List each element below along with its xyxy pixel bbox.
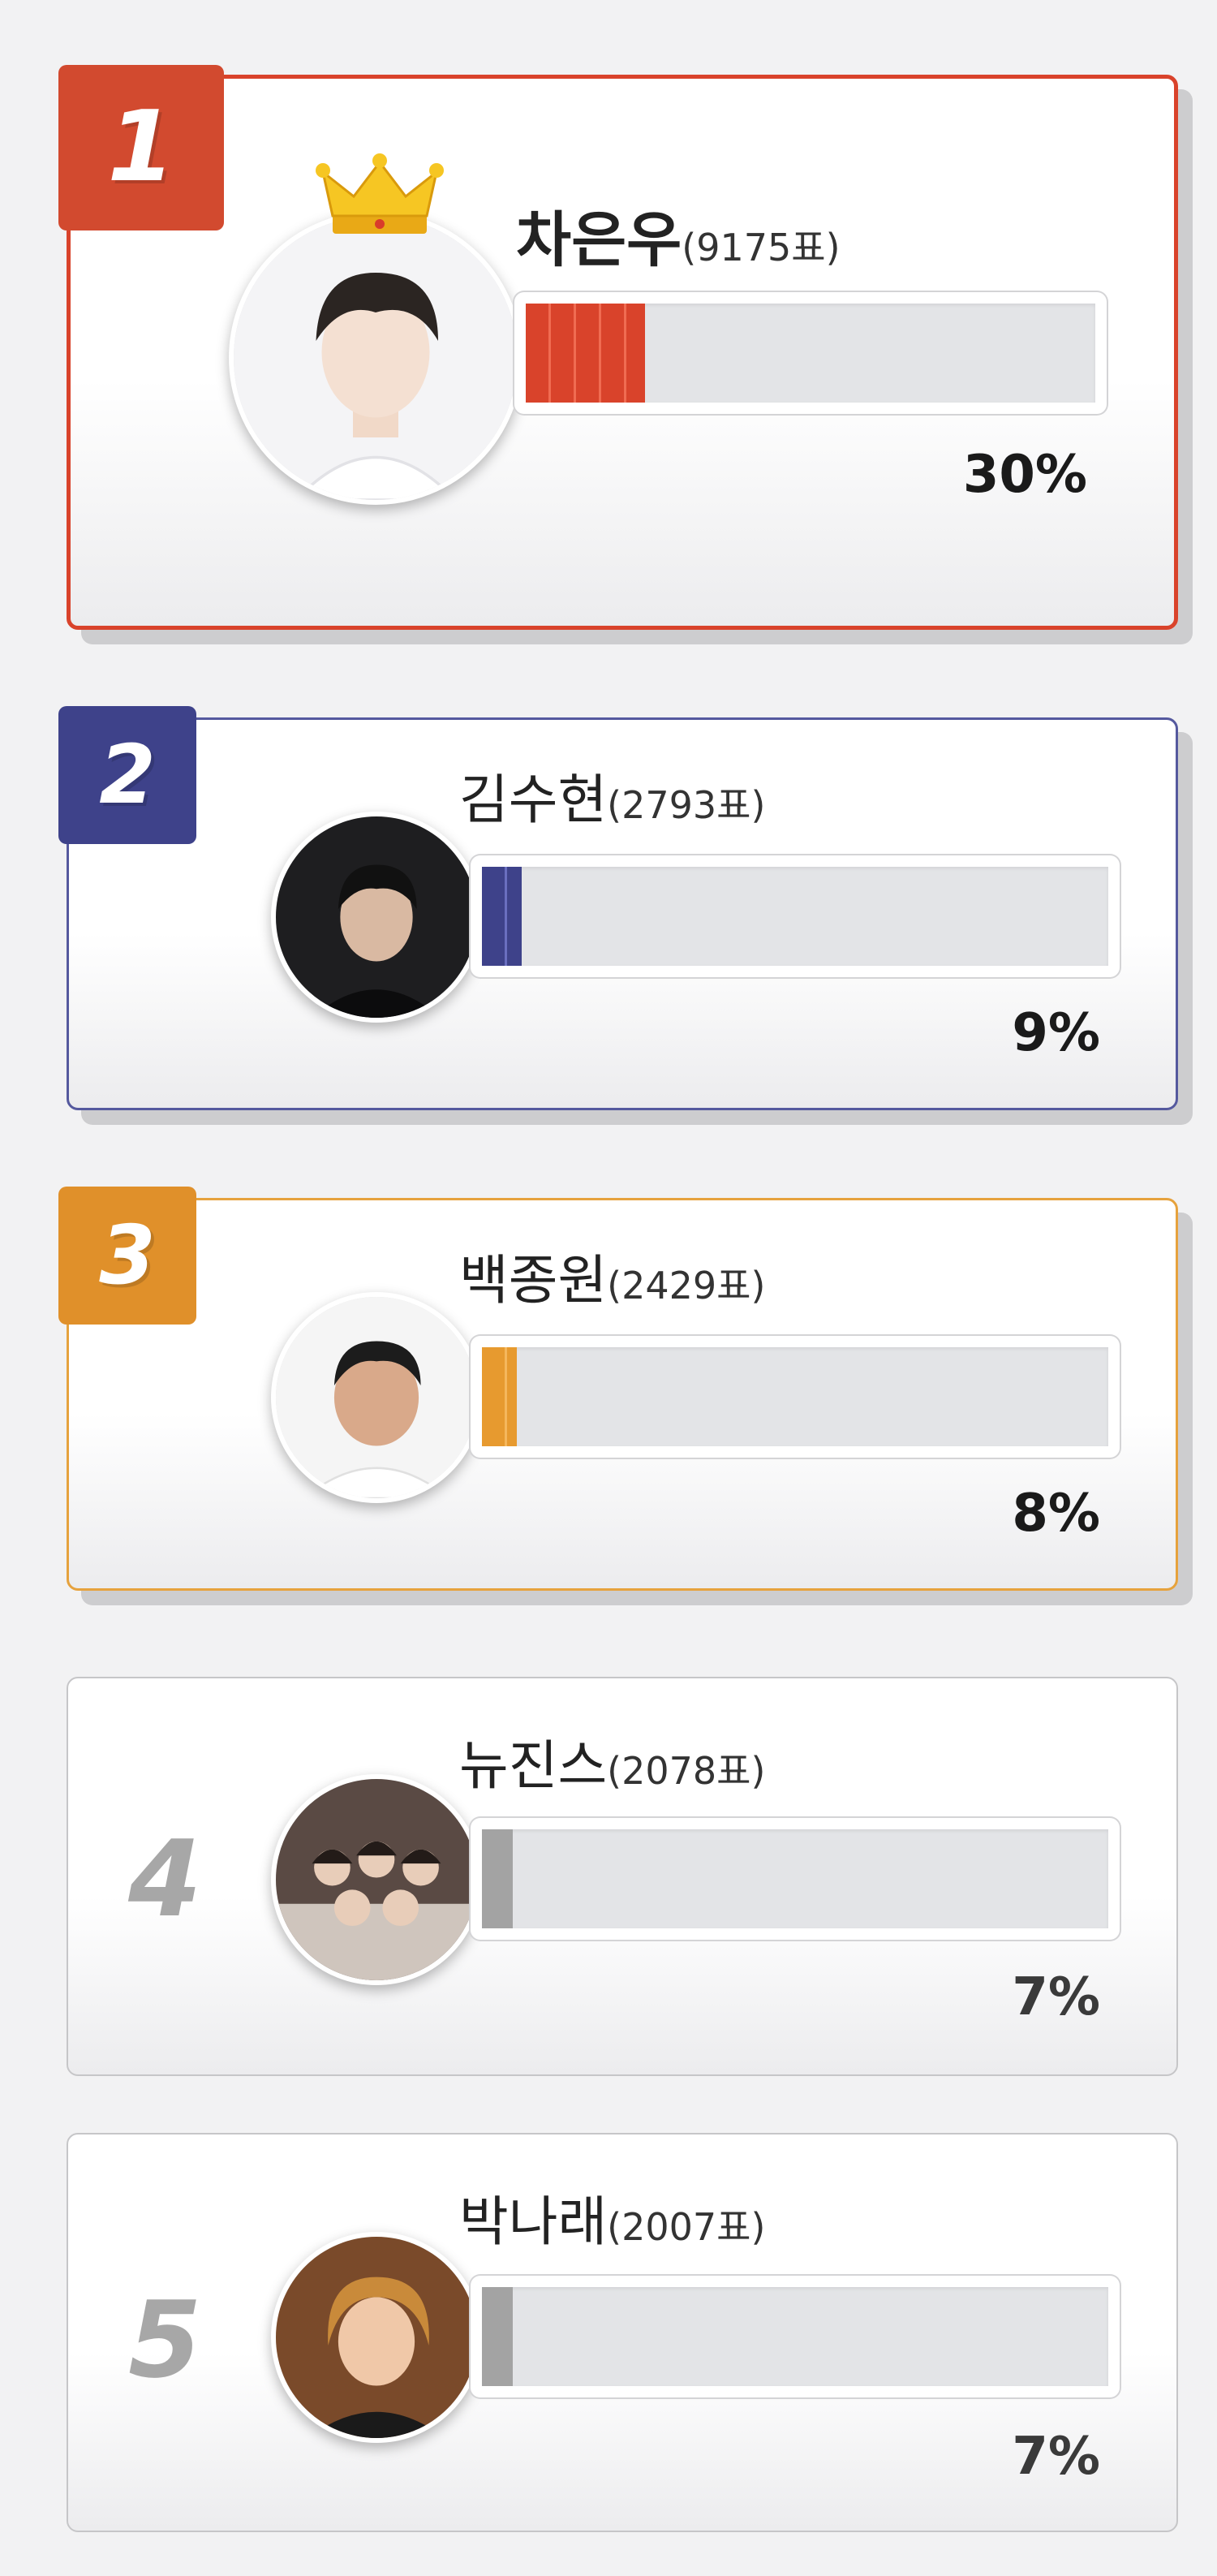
person-photo-icon [276, 1297, 477, 1498]
vote-progress-bar-4 [471, 1818, 1120, 1940]
rank-badge-2: 2 [58, 706, 196, 844]
vote-progress-fill [482, 1347, 518, 1446]
contestant-name: 백종원 [459, 1249, 608, 1312]
contestant-name: 김수현 [459, 769, 608, 831]
vote-percent-5: 7% [1012, 2427, 1100, 2487]
vote-count: (2429표) [607, 1264, 766, 1307]
entry-title-4: 뉴진스(2078표) [459, 1722, 765, 1800]
vote-percent-4: 7% [1012, 1967, 1100, 2027]
vote-progress-bar-2 [471, 855, 1120, 977]
vote-progress-fill [482, 2287, 513, 2386]
vote-progress-bar-5 [471, 2276, 1120, 2397]
avatar-3 [271, 1292, 482, 1503]
avatar-1 [229, 211, 522, 505]
vote-count: (9175표) [682, 226, 841, 269]
vote-progress-fill [482, 867, 522, 966]
entry-title-5: 박나래(2007표) [459, 2178, 765, 2256]
person-photo-icon [276, 816, 477, 1018]
rank-badge-1: 1 [58, 65, 224, 230]
vote-percent-2: 9% [1012, 1003, 1100, 1063]
rank-number-5: 5 [128, 2278, 202, 2402]
vote-count: (2793표) [607, 783, 766, 827]
contestant-name: 박나래 [459, 2190, 608, 2253]
vote-percent-3: 8% [1012, 1484, 1100, 1544]
rank-number-4: 4 [128, 1817, 202, 1941]
entry-title-2: 김수현(2793표) [459, 756, 765, 834]
vote-count: (2078표) [607, 1749, 766, 1793]
avatar-2 [271, 812, 482, 1023]
person-photo-icon [276, 2237, 477, 2438]
vote-count: (2007표) [607, 2205, 766, 2249]
entry-title-3: 백종원(2429표) [459, 1237, 765, 1315]
vote-progress-bar-1 [514, 292, 1107, 414]
contestant-name: 차은우 [516, 205, 682, 275]
group-photo-icon [276, 1779, 477, 1980]
contestant-name: 뉴진스 [459, 1734, 608, 1797]
vote-progress-bar-3 [471, 1336, 1120, 1458]
person-photo-icon [234, 216, 518, 500]
vote-percent-1: 30% [962, 445, 1087, 505]
vote-progress-fill [482, 1829, 513, 1928]
crown-icon [316, 153, 444, 234]
vote-progress-fill [526, 304, 646, 403]
rank-badge-3: 3 [58, 1187, 196, 1325]
avatar-5 [271, 2232, 482, 2443]
avatar-4 [271, 1774, 482, 1985]
entry-title-1: 차은우(9175표) [516, 192, 841, 278]
